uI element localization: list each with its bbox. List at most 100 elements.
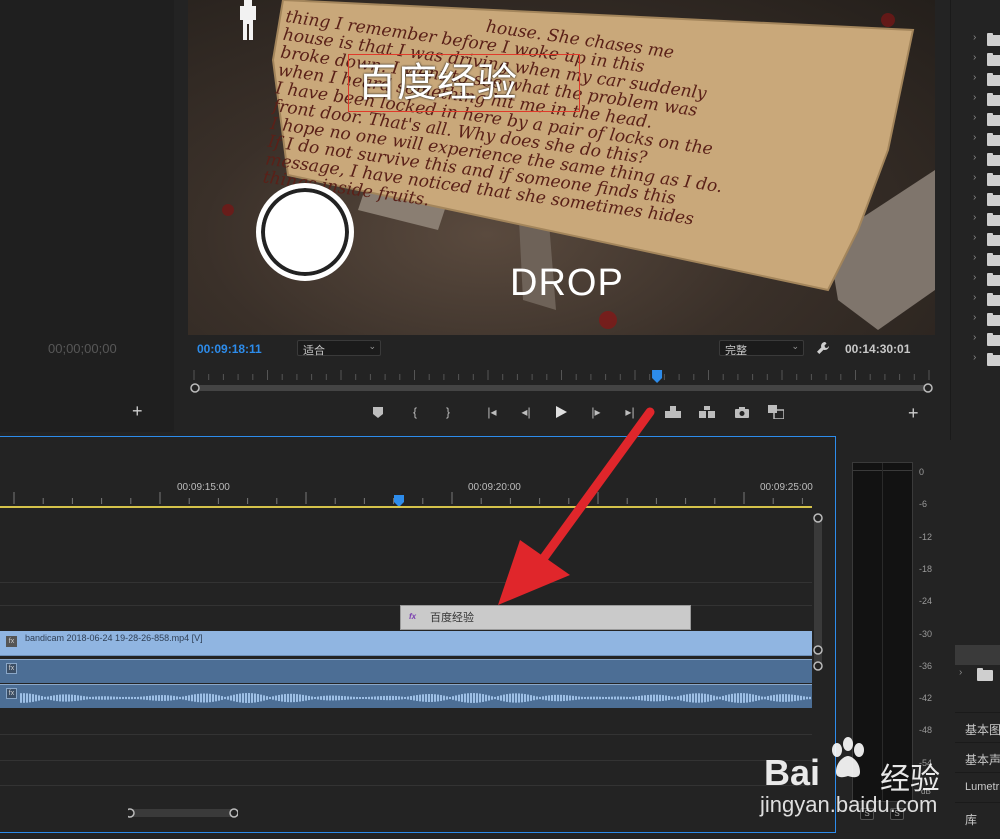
- project-selected-row[interactable]: [955, 645, 1000, 665]
- workspace-tab-essential-graphics[interactable]: 基本图: [955, 712, 1000, 740]
- project-folder-row[interactable]: ›: [951, 330, 1000, 350]
- track-divider: [0, 785, 812, 786]
- resolution-dropdown-value: 完整: [725, 345, 747, 357]
- project-folder-row[interactable]: ›: [951, 190, 1000, 210]
- video-clip[interactable]: fx bandicam 2018-06-24 19-28-26-858.mp4 …: [0, 631, 812, 656]
- folder-icon: [977, 668, 993, 681]
- meter-scale-label: -42: [919, 693, 933, 704]
- time-ruler[interactable]: [0, 474, 862, 508]
- title-overlay[interactable]: 百度经验: [348, 54, 580, 112]
- program-duration: 00:14:30:01: [845, 342, 911, 356]
- marker-icon[interactable]: [368, 402, 388, 422]
- mark-in-icon[interactable]: {: [405, 402, 425, 422]
- folder-icon: [987, 93, 1000, 106]
- wrench-icon[interactable]: [816, 341, 830, 355]
- chevron-right-icon[interactable]: ›: [973, 292, 976, 303]
- folder-icon: [987, 213, 1000, 226]
- project-folder-row[interactable]: ›: [951, 30, 1000, 50]
- chevron-right-icon[interactable]: ›: [973, 312, 976, 323]
- baidu-watermark: Bai 经验 jingyan.baidu.com: [756, 730, 956, 825]
- track-divider: [0, 734, 812, 735]
- chevron-right-icon[interactable]: ›: [973, 72, 976, 83]
- folder-icon: [987, 273, 1000, 286]
- project-folder-row[interactable]: ›: [951, 130, 1000, 150]
- program-add-button[interactable]: +: [908, 404, 919, 422]
- folder-icon: [987, 353, 1000, 366]
- project-panel: › › › › › › › › › › › › › › › › › ›: [950, 0, 1000, 700]
- chevron-right-icon[interactable]: ›: [973, 192, 976, 203]
- meter-scale-label: 0: [919, 467, 925, 477]
- folder-icon: [987, 113, 1000, 126]
- source-timecode[interactable]: 00;00;00;00: [48, 341, 117, 356]
- source-add-button[interactable]: +: [132, 402, 143, 420]
- project-folder-row[interactable]: ›: [951, 270, 1000, 290]
- export-frame-icon[interactable]: [732, 402, 752, 422]
- project-folder-row[interactable]: ›: [951, 70, 1000, 90]
- mark-out-icon[interactable]: }: [438, 402, 458, 422]
- project-folder-row[interactable]: ›: [951, 230, 1000, 250]
- folder-icon: [987, 313, 1000, 326]
- meter-scale-label: -6: [919, 499, 928, 510]
- chevron-right-icon[interactable]: ›: [973, 132, 976, 143]
- chevron-right-icon[interactable]: ›: [973, 152, 976, 163]
- project-folder-row[interactable]: ›: [951, 350, 1000, 370]
- project-folder-row[interactable]: ›: [951, 310, 1000, 330]
- fx-badge-icon: fx: [6, 663, 17, 674]
- chevron-right-icon[interactable]: ›: [973, 112, 976, 123]
- chevron-right-icon[interactable]: ›: [973, 212, 976, 223]
- drop-label: DROP: [510, 262, 624, 304]
- project-folder-row[interactable]: ›: [951, 665, 1000, 685]
- player-figure-icon: [232, 0, 264, 40]
- workspace-tab-essential-sound[interactable]: 基本声: [955, 742, 1000, 770]
- chevron-right-icon[interactable]: ›: [973, 52, 976, 63]
- timeline-playhead-icon[interactable]: [394, 494, 404, 507]
- workspace-tab-lumetri[interactable]: Lumetri: [955, 772, 1000, 800]
- chevron-down-icon: ⌄: [368, 341, 376, 351]
- ruler-label: 00:09:25:00: [760, 482, 813, 493]
- chevron-right-icon[interactable]: ›: [959, 667, 962, 678]
- chevron-right-icon[interactable]: ›: [973, 252, 976, 263]
- watermark-url: jingyan.baidu.com: [760, 792, 938, 817]
- meter-scale-label: -30: [919, 628, 933, 639]
- fit-dropdown[interactable]: 适合 ⌄: [297, 340, 381, 357]
- chevron-right-icon[interactable]: ›: [973, 332, 976, 343]
- chevron-right-icon[interactable]: ›: [973, 272, 976, 283]
- chevron-right-icon[interactable]: ›: [973, 172, 976, 183]
- scrub-end-handle: [923, 383, 933, 393]
- clip-name: bandicam 2018-06-24 19-28-26-858.mp4 [V]: [25, 633, 203, 643]
- audio-clip[interactable]: fx: [0, 684, 812, 708]
- chevron-right-icon[interactable]: ›: [973, 92, 976, 103]
- program-video-frame[interactable]: house. She chases me thing I remember be…: [188, 0, 935, 335]
- fx-badge-icon: fx: [409, 612, 417, 621]
- timeline-vertical-scrollbar[interactable]: [812, 512, 824, 712]
- compare-icon[interactable]: [766, 402, 786, 422]
- project-folder-row[interactable]: ›: [951, 290, 1000, 310]
- program-current-timecode[interactable]: 00:09:18:11: [197, 342, 262, 356]
- project-folder-row[interactable]: ›: [951, 110, 1000, 130]
- annotation-arrow-icon: [480, 400, 680, 620]
- chevron-right-icon[interactable]: ›: [973, 32, 976, 43]
- chevron-right-icon[interactable]: ›: [973, 352, 976, 363]
- audio-clip[interactable]: fx: [0, 659, 812, 683]
- playhead-marker: [652, 370, 663, 383]
- folder-icon: [987, 333, 1000, 346]
- playback-resolution-dropdown[interactable]: 完整 ⌄: [719, 340, 804, 357]
- project-folder-row[interactable]: ›: [951, 90, 1000, 110]
- meter-scale-label: -18: [919, 563, 933, 574]
- timeline-horizontal-scrollbar[interactable]: [125, 806, 239, 820]
- clip-name: 百度经验: [430, 612, 474, 624]
- folder-icon: [987, 233, 1000, 246]
- work-area-bar[interactable]: [0, 506, 812, 508]
- ruler-label: 00:09:15:00: [177, 482, 230, 493]
- project-folder-row[interactable]: ›: [951, 250, 1000, 270]
- extract-icon[interactable]: [697, 402, 717, 422]
- watermark-brand: Bai: [764, 752, 821, 793]
- track-divider: [0, 582, 812, 583]
- workspace-tab-libraries[interactable]: 库: [955, 802, 1000, 830]
- project-folder-row[interactable]: ›: [951, 170, 1000, 190]
- project-folder-row[interactable]: ›: [951, 50, 1000, 70]
- project-folder-row[interactable]: ›: [951, 150, 1000, 170]
- project-folder-row[interactable]: ›: [951, 210, 1000, 230]
- chevron-right-icon[interactable]: ›: [973, 232, 976, 243]
- program-scrub-bar[interactable]: [188, 366, 935, 394]
